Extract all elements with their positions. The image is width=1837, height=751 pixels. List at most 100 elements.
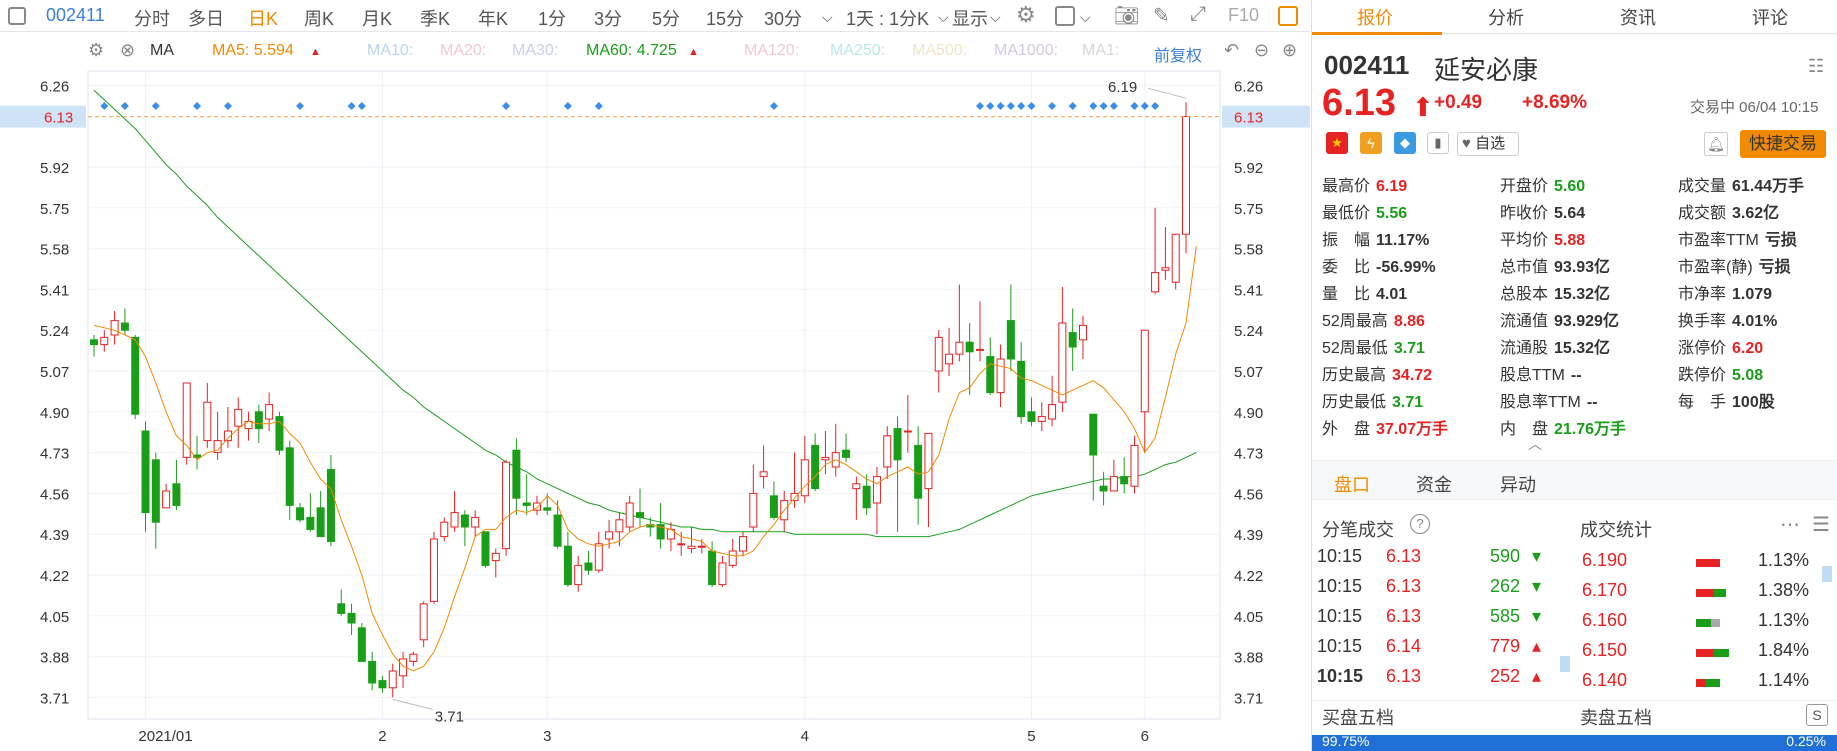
candle-body — [337, 603, 346, 614]
y-tick-right: 5.41 — [1234, 282, 1263, 299]
chevron-down-icon[interactable]: ⌵ — [1080, 9, 1091, 26]
candle-body — [522, 502, 531, 506]
zoom-in-icon[interactable]: ⊕ — [1282, 40, 1297, 61]
bell-icon[interactable]: 🔔︎ — [1704, 132, 1728, 156]
period-tab-yearly[interactable]: 年K — [478, 5, 508, 31]
y-tick-right: 5.92 — [1234, 160, 1263, 177]
candle-body — [1161, 267, 1170, 271]
tab-news[interactable]: 资讯 — [1620, 4, 1656, 30]
tick-volume: 262 — [1490, 576, 1521, 596]
gear-icon[interactable]: ⚙ — [88, 40, 104, 61]
tab-quote[interactable]: 报价 — [1357, 4, 1393, 30]
period-tab-3min[interactable]: 3分 — [594, 5, 622, 31]
candle-body — [553, 514, 562, 547]
candle-body — [1130, 444, 1139, 487]
quote-field-value: 5.56 — [1376, 205, 1408, 222]
tab-analysis[interactable]: 分析 — [1488, 4, 1524, 30]
tick-price: 6.13 — [1386, 606, 1422, 626]
kline-chart[interactable]: 3.71 3.71 3.88 3.88 4.05 4.05 4.22 4.22 4.39 4.39… — [0, 33, 1310, 751]
scrollbar[interactable] — [1822, 566, 1832, 582]
period-tab-daily[interactable]: 日K — [248, 5, 278, 31]
candle-body — [1171, 233, 1180, 283]
period-tab-5min[interactable]: 5分 — [652, 5, 680, 31]
tag-icon[interactable]: ◆ — [1394, 132, 1416, 154]
stats-title: 成交统计 — [1580, 520, 1652, 540]
undo-icon[interactable]: ↶ — [1224, 40, 1239, 61]
rectangle-tool-icon[interactable] — [1055, 6, 1075, 26]
adjust-mode-button[interactable]: 前复权 — [1154, 42, 1202, 66]
quote-field-value: -56.99% — [1376, 259, 1436, 276]
chevron-down-icon[interactable]: ⌵ — [822, 9, 833, 26]
display-menu[interactable]: 显示 — [952, 5, 988, 31]
scrollbar[interactable] — [1560, 656, 1570, 672]
arrow-up-icon: ▴ — [1532, 666, 1542, 686]
add-watchlist-button[interactable]: ♥ 自选 — [1457, 132, 1519, 156]
quote-field-value: -- — [1570, 367, 1582, 384]
china-flag-icon[interactable]: ★ — [1326, 132, 1348, 154]
tab-capital[interactable]: 资金 — [1416, 471, 1452, 497]
sidebar-toggle-icon[interactable] — [8, 7, 26, 25]
quote-field-value: 亏损 — [1758, 259, 1791, 276]
tick-volume: 779 — [1490, 636, 1521, 656]
lightning-icon[interactable]: ϟ — [1360, 132, 1382, 154]
s-icon[interactable]: S — [1806, 704, 1828, 726]
quote-field-value: 5.88 — [1554, 232, 1586, 249]
quote-field-label: 股息TTM — [1500, 367, 1565, 384]
period-tab-15min[interactable]: 15分 — [706, 5, 744, 31]
ma-type-select[interactable]: MA — [150, 42, 174, 60]
candle-body — [120, 322, 129, 331]
quote-field-value: 5.60 — [1554, 178, 1586, 195]
tab-abnormal[interactable]: 异动 — [1500, 471, 1536, 497]
period-tab-intraday[interactable]: 分时 — [134, 5, 170, 31]
panel-toggle-icon[interactable] — [1278, 6, 1298, 26]
list-icon[interactable]: ☷ — [1808, 56, 1824, 77]
quote-field-value: 亏损 — [1764, 232, 1797, 249]
tick-volume: 252 — [1490, 666, 1521, 686]
low-annotation: 3.71 — [435, 708, 464, 725]
interval-select[interactable]: 1天 : 1分K — [846, 5, 929, 31]
chevron-down-icon[interactable]: ⌵ — [938, 9, 949, 26]
candle-body — [842, 449, 851, 458]
menu-icon[interactable]: ☰ — [1812, 512, 1830, 537]
period-tab-weekly[interactable]: 周K — [304, 5, 334, 31]
tab-orderbook[interactable]: 盘口 — [1334, 471, 1370, 497]
quote-field-label: 量 比 — [1322, 286, 1371, 303]
camera-icon[interactable]: 📷︎ — [1114, 3, 1139, 28]
y-tick-right: 4.73 — [1234, 446, 1263, 463]
price-change: +0.49 — [1434, 92, 1483, 113]
candle-body — [326, 468, 335, 542]
pencil-icon[interactable]: ✎ — [1153, 3, 1170, 28]
stat-pct: 1.13% — [1758, 610, 1810, 630]
fullscreen-icon[interactable]: ⤢ — [1190, 3, 1206, 26]
candle-body — [357, 627, 366, 662]
stat-bar — [1714, 649, 1729, 657]
gear-icon[interactable]: ⚙ — [1016, 2, 1036, 28]
quick-trade-button[interactable]: 快捷交易 — [1740, 130, 1826, 158]
close-icon[interactable]: ⊗ — [120, 40, 135, 61]
zoom-out-icon[interactable]: ⊖ — [1254, 40, 1269, 61]
candle-body — [1089, 413, 1098, 456]
chevron-up-icon[interactable]: ︿ — [1528, 434, 1542, 454]
period-tab-multiday[interactable]: 多日 — [188, 5, 224, 31]
stat-price: 6.170 — [1582, 580, 1628, 600]
chevron-down-icon[interactable]: ⌵ — [990, 9, 1001, 26]
candle-body — [285, 447, 294, 506]
candle-body — [131, 336, 140, 415]
tab-comments[interactable]: 评论 — [1752, 4, 1788, 30]
period-tab-monthly[interactable]: 月K — [362, 5, 392, 31]
stat-bar — [1696, 679, 1705, 687]
stat-bar — [1711, 619, 1720, 627]
period-tab-30min[interactable]: 30分 — [764, 5, 802, 31]
more-icon[interactable]: ⋯ — [1780, 512, 1800, 537]
period-tab-1min[interactable]: 1分 — [538, 5, 566, 31]
candle-body — [1140, 329, 1149, 413]
y-tick-right: 4.22 — [1234, 568, 1263, 585]
bookmark-icon[interactable]: ▮ — [1427, 132, 1449, 154]
period-tab-quarterly[interactable]: 季K — [420, 5, 450, 31]
quote-field: 流通值 93.929亿 — [1500, 307, 1619, 331]
stat-price: 6.160 — [1582, 610, 1628, 630]
candle-body — [1027, 411, 1036, 422]
f10-button[interactable]: F10 — [1228, 5, 1259, 26]
help-icon[interactable]: ? — [1410, 514, 1430, 534]
kline-chart-area[interactable]: 3.71 3.71 3.88 3.88 4.05 4.05 4.22 4.22 4.39 4.39… — [0, 33, 1310, 751]
